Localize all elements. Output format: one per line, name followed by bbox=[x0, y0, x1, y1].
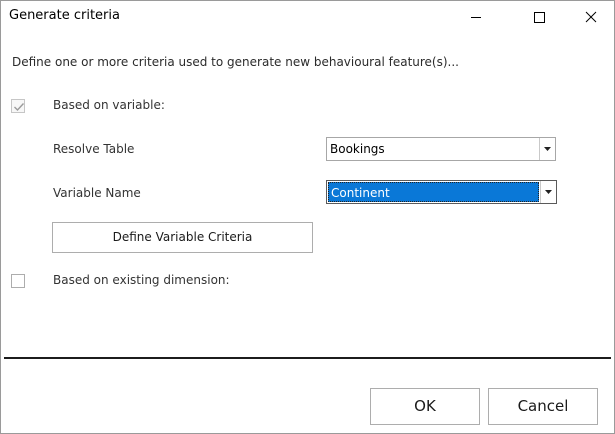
define-variable-criteria-button[interactable]: Define Variable Criteria bbox=[52, 222, 313, 253]
close-icon bbox=[585, 11, 597, 23]
based-on-variable-label: Based on variable: bbox=[53, 98, 165, 112]
based-on-dimension-label: Based on existing dimension: bbox=[53, 273, 230, 287]
variable-name-dropdown-arrow[interactable] bbox=[540, 181, 556, 203]
based-on-variable-checkbox[interactable] bbox=[11, 99, 25, 113]
minimize-button[interactable] bbox=[453, 1, 499, 34]
maximize-icon bbox=[534, 12, 545, 23]
resolve-table-dropdown-arrow[interactable] bbox=[539, 138, 555, 160]
variable-name-value: Continent bbox=[331, 186, 390, 200]
cancel-button[interactable]: Cancel bbox=[488, 388, 598, 425]
ok-button[interactable]: OK bbox=[370, 388, 480, 425]
dialog-window: Generate criteria Define one or more cri… bbox=[0, 0, 615, 434]
window-title: Generate criteria bbox=[9, 8, 120, 23]
resolve-table-label: Resolve Table bbox=[53, 142, 135, 156]
chevron-down-icon bbox=[544, 147, 551, 151]
maximize-button[interactable] bbox=[515, 1, 561, 34]
footer-divider bbox=[4, 357, 611, 359]
title-bar[interactable]: Generate criteria bbox=[1, 1, 614, 34]
check-mark-icon bbox=[14, 103, 25, 112]
minimize-icon bbox=[471, 17, 481, 18]
chevron-down-icon bbox=[545, 190, 552, 194]
dialog-description: Define one or more criteria used to gene… bbox=[12, 55, 459, 69]
variable-name-dropdown[interactable]: Continent bbox=[326, 180, 557, 204]
variable-name-selection: Continent bbox=[328, 182, 539, 202]
variable-name-label: Variable Name bbox=[53, 186, 141, 200]
resolve-table-value: Bookings bbox=[330, 142, 385, 156]
close-button[interactable] bbox=[568, 1, 614, 34]
resolve-table-dropdown[interactable]: Bookings bbox=[326, 137, 556, 161]
based-on-dimension-checkbox[interactable] bbox=[11, 274, 25, 288]
